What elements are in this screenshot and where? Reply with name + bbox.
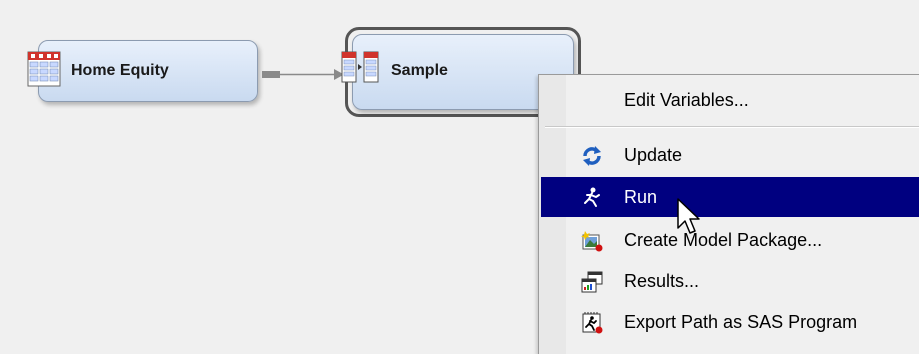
node-label: Sample: [391, 62, 448, 79]
menu-item-label: Run: [624, 186, 658, 207]
update-icon: [581, 145, 603, 167]
export-sas-icon: [581, 312, 603, 334]
context-menu: Edit Variables... Update Run Create Mode…: [538, 74, 919, 354]
menu-item-label: Create Model Package...: [624, 229, 823, 250]
menu-separator: [545, 126, 919, 128]
menu-item-edit-variables[interactable]: Edit Variables...: [541, 83, 919, 117]
menu-item-label: Export Path as SAS Program: [624, 311, 858, 332]
results-icon: [581, 271, 603, 293]
menu-item-results[interactable]: Results...: [541, 264, 919, 298]
menu-item-run[interactable]: Run: [541, 177, 919, 217]
run-icon: [581, 186, 603, 208]
diagram-canvas[interactable]: Home Equity Sample Edit Variables... Upd…: [0, 0, 919, 354]
mouse-pointer-icon: [677, 198, 700, 234]
menu-item-update[interactable]: Update: [541, 138, 919, 172]
model-package-icon: [581, 230, 603, 252]
menu-item-label: Edit Variables...: [624, 89, 749, 110]
menu-item-label: Results...: [624, 270, 700, 291]
menu-item-create-model-package[interactable]: Create Model Package...: [541, 223, 919, 257]
menu-item-export-path-sas[interactable]: Export Path as SAS Program: [541, 305, 919, 339]
sample-icon: [341, 50, 381, 89]
menu-item-label: Update: [624, 144, 683, 165]
